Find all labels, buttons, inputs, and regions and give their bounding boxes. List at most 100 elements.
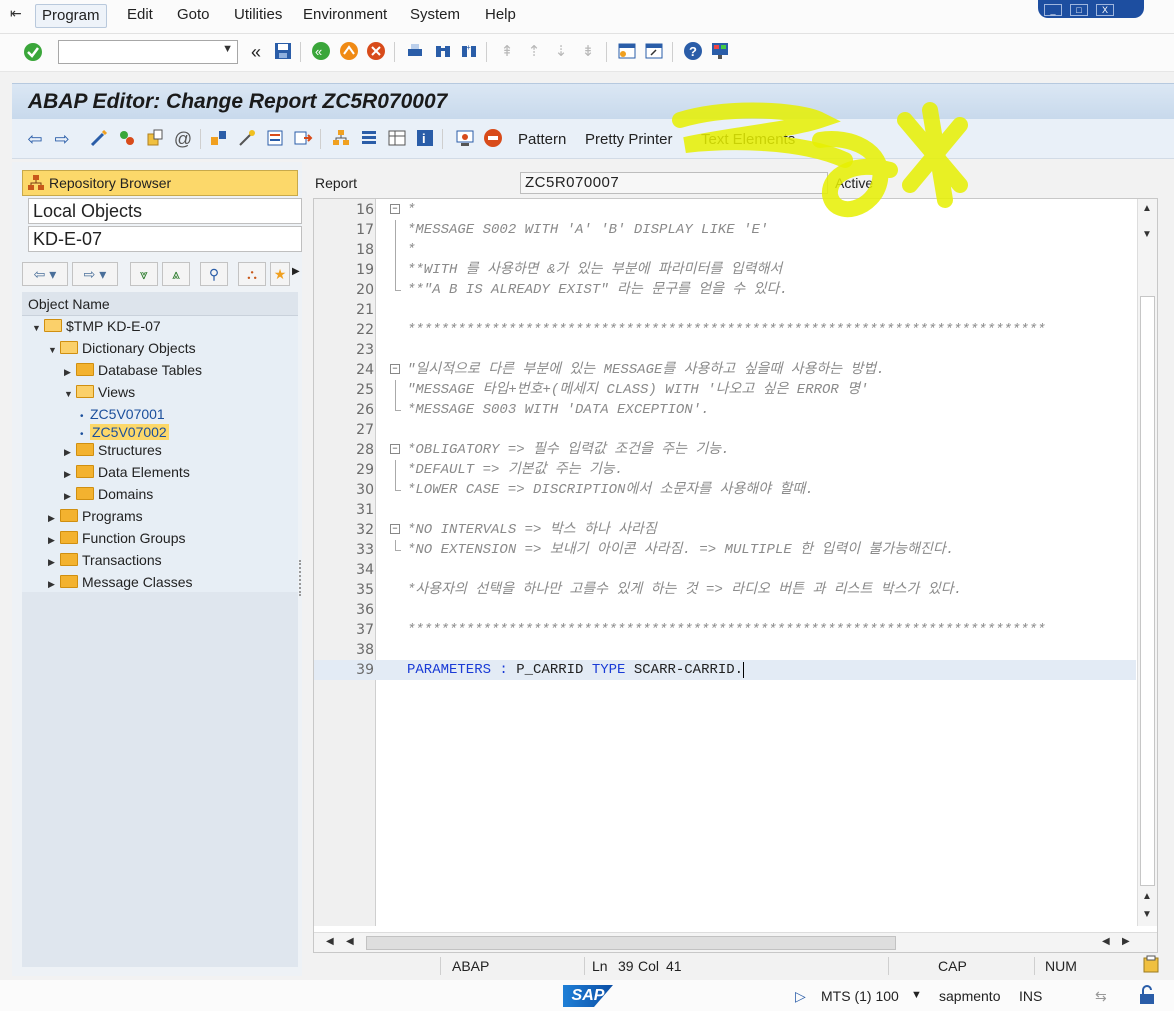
code-line[interactable]: 30 *LOWER CASE => DISCRIPTION에서 소문자를 사용해야… xyxy=(314,480,1136,500)
menu-program[interactable]: Program xyxy=(35,4,107,28)
panel-splitter[interactable] xyxy=(299,560,303,596)
collapsed-arrow-icon[interactable]: ▶ xyxy=(48,574,60,594)
navigation-window-icon[interactable] xyxy=(292,128,314,150)
arrow-left-icon[interactable]: ⇦ ▾ xyxy=(22,262,68,286)
vertical-scrollbar[interactable]: ▲ ▼ ▲ ▼ xyxy=(1137,199,1157,926)
repository-browser-button[interactable]: Repository Browser xyxy=(22,170,298,196)
previous-page-icon[interactable]: ⇡ xyxy=(523,41,545,63)
lock-icon[interactable] xyxy=(1138,985,1156,1008)
code-line[interactable]: 36 xyxy=(314,600,1136,620)
tree-item-folder[interactable]: ▼ Dictionary Objects xyxy=(48,338,196,358)
fold-toggle-icon[interactable]: − xyxy=(390,444,400,454)
command-field[interactable]: ▼ xyxy=(58,40,238,64)
clipboard-icon[interactable] xyxy=(1143,955,1159,979)
report-name-field[interactable]: ZC5R070007 xyxy=(520,172,828,194)
pretty-printer-button[interactable]: Pretty Printer xyxy=(585,131,673,148)
menu-edit[interactable]: Edit xyxy=(121,4,159,28)
text-elements-button[interactable]: Text Elements xyxy=(701,131,795,148)
arrow-right-icon[interactable]: ⇨ ▾ xyxy=(72,262,118,286)
help-icon[interactable]: ? xyxy=(682,41,704,63)
scroll-up-icon[interactable]: ▲ xyxy=(1142,203,1152,214)
scroll-last-icon[interactable]: ▶ xyxy=(1122,936,1130,947)
object-list-icon[interactable] xyxy=(208,128,230,150)
code-line[interactable]: 33 *NO EXTENSION => 보내기 아이콘 사라짐. => MULTI… xyxy=(314,540,1136,560)
tree-item-folder[interactable]: ▶ Programs xyxy=(48,506,143,526)
collapse-icon[interactable]: ⩓ xyxy=(162,262,190,286)
code-line[interactable]: 39 PARAMETERS : P_CARRID TYPE SCARR-CARRI… xyxy=(314,660,1136,680)
collapsed-arrow-icon[interactable]: ▶ xyxy=(64,362,76,382)
other-object-icon[interactable] xyxy=(116,128,138,150)
code-line[interactable]: 31 xyxy=(314,500,1136,520)
code-line[interactable]: 29 *DEFAULT => 기본값 주는 기능. xyxy=(314,460,1136,480)
code-line[interactable]: 18 * xyxy=(314,240,1136,260)
scroll-down-icon[interactable]: ▼ xyxy=(1142,229,1152,240)
tree-item-folder[interactable]: ▶ Message Classes xyxy=(48,572,193,592)
code-line[interactable]: 22 **************************************… xyxy=(314,320,1136,340)
pattern-button[interactable]: Pattern xyxy=(518,131,566,148)
tree-item-folder[interactable]: ▶ Function Groups xyxy=(48,528,186,548)
transfer-icon[interactable]: ⇆ xyxy=(1095,988,1107,1005)
play-icon[interactable]: ▷ xyxy=(795,988,806,1005)
code-line[interactable]: 21 xyxy=(314,300,1136,320)
expanded-arrow-icon[interactable]: ▼ xyxy=(48,340,60,360)
maximize-button[interactable]: □ xyxy=(1070,4,1088,16)
last-page-icon[interactable]: ⇟ xyxy=(577,41,599,63)
table-icon[interactable] xyxy=(386,128,408,150)
shortcut-icon[interactable] xyxy=(643,41,665,63)
tree-item-folder[interactable]: ▶ Data Elements xyxy=(64,462,190,482)
code-line[interactable]: 35 *사용자의 선택을 하나만 고를수 있게 하는 것 => 라디오 버튼 과 … xyxy=(314,580,1136,600)
favorites-icon[interactable]: ★ xyxy=(270,262,290,286)
tree-item-object[interactable]: • ZC5V07001 xyxy=(80,404,165,424)
expand-icon[interactable]: ⩔ xyxy=(130,262,158,286)
collapse-command-icon[interactable]: « xyxy=(245,41,267,63)
menu-system[interactable]: System xyxy=(404,4,466,28)
activate-icon[interactable] xyxy=(144,128,166,150)
close-button[interactable]: X xyxy=(1096,4,1114,16)
minimize-button[interactable]: _ xyxy=(1044,4,1062,16)
stop-icon[interactable] xyxy=(482,128,504,150)
object-list-type-select[interactable]: Local Objects xyxy=(28,198,302,224)
collapsed-arrow-icon[interactable]: ▶ xyxy=(48,552,60,572)
collapsed-arrow-icon[interactable]: ▶ xyxy=(48,530,60,550)
scroll-first-icon[interactable]: ◀ xyxy=(326,936,334,947)
object-name-input[interactable]: KD-E-07 xyxy=(28,226,302,252)
code-line[interactable]: 28 − *OBLIGATORY => 필수 입력값 조건을 주는 기능. xyxy=(314,440,1136,460)
menu-utilities[interactable]: Utilities xyxy=(228,4,288,28)
window-menu-icon[interactable]: ⇤ xyxy=(10,5,28,21)
code-line[interactable]: 34 xyxy=(314,560,1136,580)
chevron-down-icon[interactable]: ▼ xyxy=(911,989,922,1001)
arrow-right-icon[interactable]: ⇨ xyxy=(51,128,73,150)
fold-toggle-icon[interactable]: − xyxy=(390,524,400,534)
horizontal-scrollbar[interactable]: ◀ ◀ ◀ ▶ xyxy=(314,932,1157,952)
save-icon[interactable] xyxy=(272,41,294,63)
tree-item-folder[interactable]: ▼ $TMP KD-E-07 xyxy=(32,316,161,336)
collapsed-arrow-icon[interactable]: ▶ xyxy=(64,442,76,462)
code-line[interactable]: 23 xyxy=(314,340,1136,360)
code-line[interactable]: 37 **************************************… xyxy=(314,620,1136,640)
code-line[interactable]: 32 − *NO INTERVALS => 박스 하나 사라짐 xyxy=(314,520,1136,540)
code-line[interactable]: 38 xyxy=(314,640,1136,660)
next-page-icon[interactable]: ⇣ xyxy=(550,41,572,63)
code-line[interactable]: 20 **"A B IS ALREADY EXIST" 라는 문구를 얻을 수 있… xyxy=(314,280,1136,300)
back-icon[interactable]: « xyxy=(310,41,332,63)
display-object-list-icon[interactable] xyxy=(264,128,286,150)
tree-item-folder[interactable]: ▶ Transactions xyxy=(48,550,162,570)
hierarchy-icon[interactable] xyxy=(330,128,352,150)
code-line[interactable]: 17 *MESSAGE S002 WITH 'A' 'B' DISPLAY LIK… xyxy=(314,220,1136,240)
scroll-up-icon[interactable]: ▲ xyxy=(1142,891,1152,902)
hierarchy-icon[interactable]: ⛬ xyxy=(238,262,266,286)
chevron-down-icon[interactable]: ▼ xyxy=(222,43,233,55)
code-line[interactable]: 26 *MESSAGE S003 WITH 'DATA EXCEPTION'. xyxy=(314,400,1136,420)
print-icon[interactable] xyxy=(404,41,426,63)
tree-item-folder[interactable]: ▶ Domains xyxy=(64,484,153,504)
code-line[interactable]: 25 "MESSAGE 타입+번호+(메세지 CLASS) WITH '나오고 싶… xyxy=(314,380,1136,400)
code-line[interactable]: 19 **WITH 를 사용하면 &가 있는 부분에 파라미터를 입력해서 xyxy=(314,260,1136,280)
fold-toggle-icon[interactable]: − xyxy=(390,364,400,374)
expanded-arrow-icon[interactable]: ▼ xyxy=(32,318,44,338)
arrow-left-icon[interactable]: ⇦ xyxy=(24,128,46,150)
customize-layout-icon[interactable] xyxy=(709,41,731,63)
collapsed-arrow-icon[interactable]: ▶ xyxy=(48,508,60,528)
horizontal-scroll-thumb[interactable] xyxy=(366,936,896,950)
tree-item-object[interactable]: • ZC5V07002 xyxy=(80,422,169,442)
find-icon[interactable]: ⚲ xyxy=(200,262,228,286)
